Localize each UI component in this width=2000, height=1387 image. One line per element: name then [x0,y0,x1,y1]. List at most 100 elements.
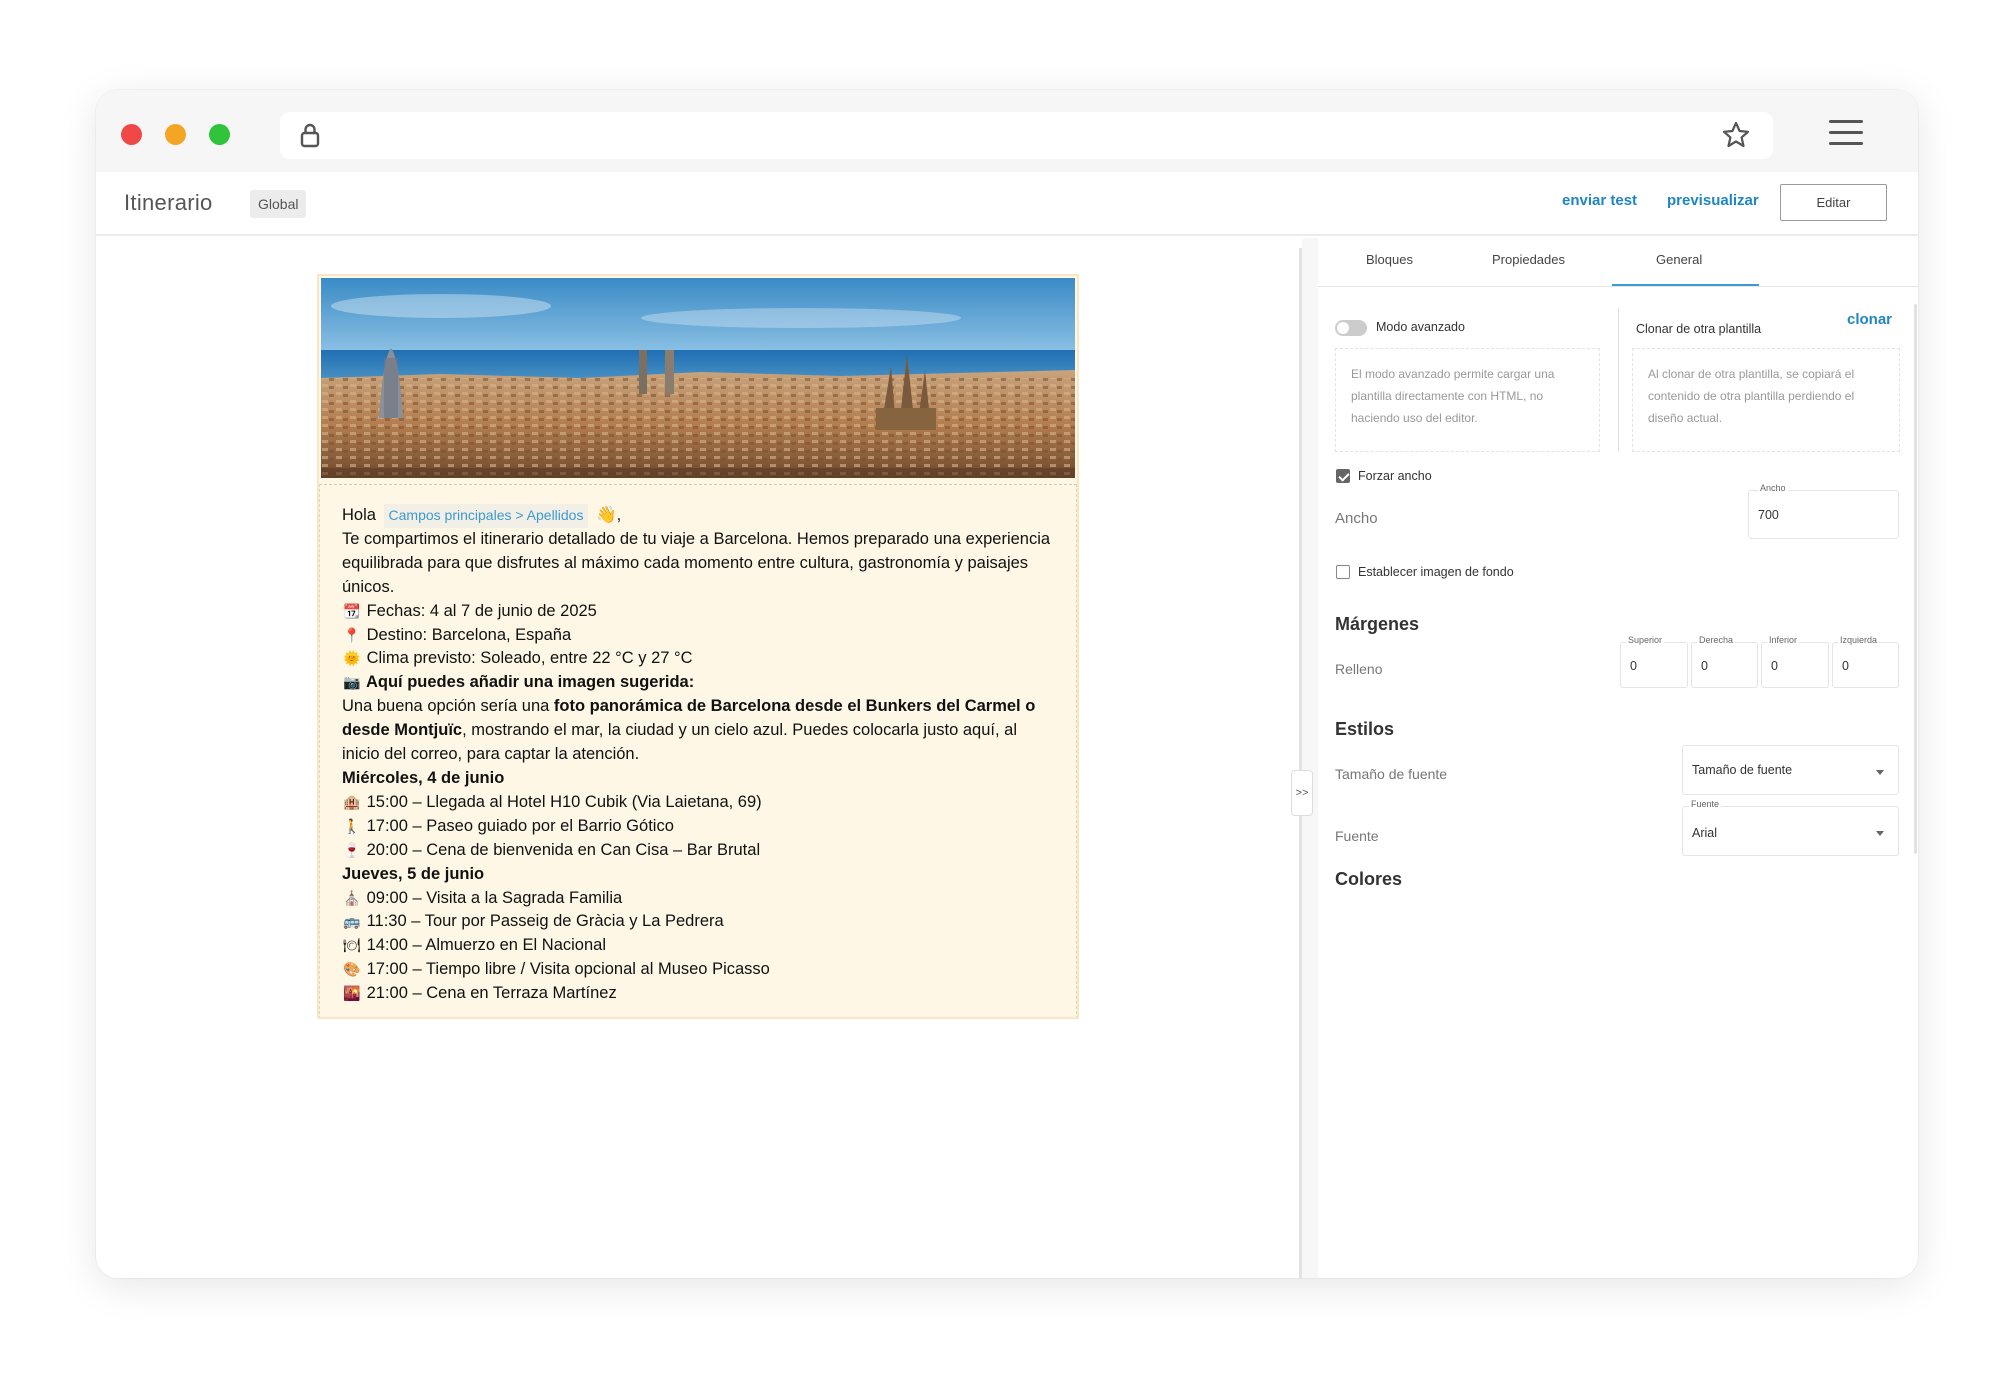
minimize-window-button[interactable] [165,124,186,145]
schedule-item: 🍽 14:00 – Almuerzo en El Nacional [342,934,1054,958]
sunset-icon: 🌇 [343,985,361,1002]
schedule-item: 🍷 20:00 – Cena de bienvenida en Can Cisa… [342,839,1054,863]
padding-right-label: Derecha [1697,635,1736,645]
schedule-item: 🌇 21:00 – Cena en Terraza Martínez [342,982,1054,1006]
email-body[interactable]: Hola Campos principales > Apellidos 👋, T… [319,484,1077,1017]
intro-paragraph: Te compartimos el itinerario detallado d… [342,529,1051,596]
star-icon[interactable] [1721,120,1751,155]
clone-help: Al clonar de otra plantilla, se copiará … [1632,348,1900,452]
advanced-mode-label: Modo avanzado [1376,320,1465,334]
close-window-button[interactable] [121,124,142,145]
collapse-panel-button[interactable]: >> [1291,770,1313,816]
scope-badge: Global [250,190,307,218]
greeting-line: Hola Campos principales > Apellidos 👋, [342,504,1054,528]
settings-panel: Bloques Propiedades General Modo avanzad… [1318,238,1918,1278]
maximize-window-button[interactable] [209,124,230,145]
fact-text: Fechas: 4 al 7 de junio de 2025 [366,601,597,620]
font-select[interactable]: Arial [1682,806,1899,856]
padding-right-input[interactable]: 0 [1691,642,1758,688]
fact-text: Destino: Barcelona, España [366,625,572,644]
dining-icon: 🍽 [343,937,361,954]
column-separator [1618,308,1619,451]
calendar-icon: 📆 [343,602,361,619]
font-label: Fuente [1335,828,1379,844]
browser-chrome [96,90,1918,172]
day-heading: Miércoles, 4 de junio [342,768,505,787]
margins-heading: Márgenes [1335,614,1420,634]
background-image-label: Establecer imagen de fondo [1358,565,1514,579]
church-icon: ⛪ [343,889,361,906]
colors-heading: Colores [1335,869,1403,889]
schedule-text: 17:00 – Tiempo libre / Visita opcional a… [366,960,770,979]
fact-item: 📍 Destino: Barcelona, España [342,624,1054,648]
day-heading: Jueves, 5 de junio [342,864,485,883]
padding-left-input[interactable]: 0 [1832,642,1899,688]
merge-tag[interactable]: Campos principales > Apellidos [383,504,589,528]
schedule-text: 21:00 – Cena en Terraza Martínez [366,984,617,1003]
fact-item: 📆 Fechas: 4 al 7 de junio de 2025 [342,600,1054,624]
edit-button[interactable]: Editar [1780,184,1887,221]
schedule-item: 🏨 15:00 – Llegada al Hotel H10 Cubik (Vi… [342,791,1054,815]
panel-scrollbar[interactable] [1914,304,1917,854]
tabs-divider [1318,286,1918,287]
advanced-mode-help: El modo avanzado permite cargar una plan… [1335,348,1600,452]
width-field-label: Ancho [1758,483,1788,493]
schedule-item: 🚌 11:30 – Tour por Passeig de Gràcia y L… [342,910,1054,934]
chevron-down-icon [1876,831,1884,836]
padding-bottom-label: Inferior [1767,635,1800,645]
address-bar[interactable] [280,112,1773,159]
active-tab-indicator [1612,284,1759,286]
hero-image[interactable] [321,278,1075,478]
image-tip-title: Aquí puedes añadir una imagen sugerida: [365,673,695,692]
schedule-text: 15:00 – Llegada al Hotel H10 Cubik (Via … [366,792,762,811]
advanced-mode-toggle[interactable] [1335,320,1367,336]
width-label: Ancho [1335,510,1378,527]
schedule-item: 🚶 17:00 – Paseo guiado por el Barrio Gót… [342,815,1054,839]
greeting-text: Hola [342,506,376,524]
fact-text: Clima previsto: Soleado, entre 22 °C y 2… [366,649,693,668]
schedule-text: 14:00 – Almuerzo en El Nacional [366,936,606,955]
font-size-select[interactable]: Tamaño de fuente [1682,745,1899,795]
tab-bloques[interactable]: Bloques [1366,252,1413,267]
email-preview[interactable]: Hola Campos principales > Apellidos 👋, T… [317,274,1079,1019]
schedule-text: 11:30 – Tour por Passeig de Gràcia y La … [366,912,724,931]
hotel-icon: 🏨 [343,793,361,810]
font-value: Arial [1692,826,1718,840]
editor-toolbar: Itinerario Global enviar test previsuali… [96,172,1918,236]
padding-left-label: Izquierda [1838,635,1880,645]
preview-link[interactable]: previsualizar [1667,192,1759,209]
force-width-checkbox[interactable] [1336,469,1350,483]
background-image-checkbox[interactable] [1336,565,1350,579]
image-tip-paragraph: Una buena opción sería una foto panorámi… [342,695,1054,767]
padding-label: Relleno [1335,661,1383,677]
padding-bottom-input[interactable]: 0 [1761,642,1829,688]
schedule-text: 09:00 – Visita a la Sagrada Familia [366,888,623,907]
hamburger-menu-icon[interactable] [1829,118,1865,153]
image-tip-text: Una buena opción sería una [342,697,554,716]
width-input[interactable]: 700 [1748,490,1899,539]
fact-item: 🌞 Clima previsto: Soleado, entre 22 °C y… [342,647,1054,671]
tab-propiedades[interactable]: Propiedades [1492,252,1565,267]
clone-label: Clonar de otra plantilla [1636,322,1762,336]
force-width-label: Forzar ancho [1358,469,1432,483]
panel-tabs: Bloques Propiedades General [1318,238,1918,287]
wine-icon: 🍷 [343,841,361,858]
chevron-down-icon [1876,770,1884,775]
camera-icon: 📷 [343,674,361,691]
image-tip-heading: 📷 Aquí puedes añadir una imagen sugerida… [342,671,1054,695]
page-title: Itinerario [124,190,213,215]
padding-top-input[interactable]: 0 [1620,642,1688,688]
sun-icon: 🌞 [343,650,361,667]
clone-link[interactable]: clonar [1847,311,1892,328]
palette-icon: 🎨 [343,961,361,978]
lock-icon [299,122,321,153]
schedule-text: 20:00 – Cena de bienvenida en Can Cisa –… [366,840,761,859]
tab-general[interactable]: General [1656,252,1702,267]
styles-heading: Estilos [1335,719,1395,739]
schedule-item: 🎨 17:00 – Tiempo libre / Visita opcional… [342,958,1054,982]
send-test-link[interactable]: enviar test [1562,192,1637,209]
panel-gutter [1302,238,1318,1278]
font-field-label: Fuente [1689,799,1722,809]
font-size-value: Tamaño de fuente [1692,763,1793,777]
schedule-text: 17:00 – Paseo guiado por el Barrio Gótic… [366,816,674,835]
